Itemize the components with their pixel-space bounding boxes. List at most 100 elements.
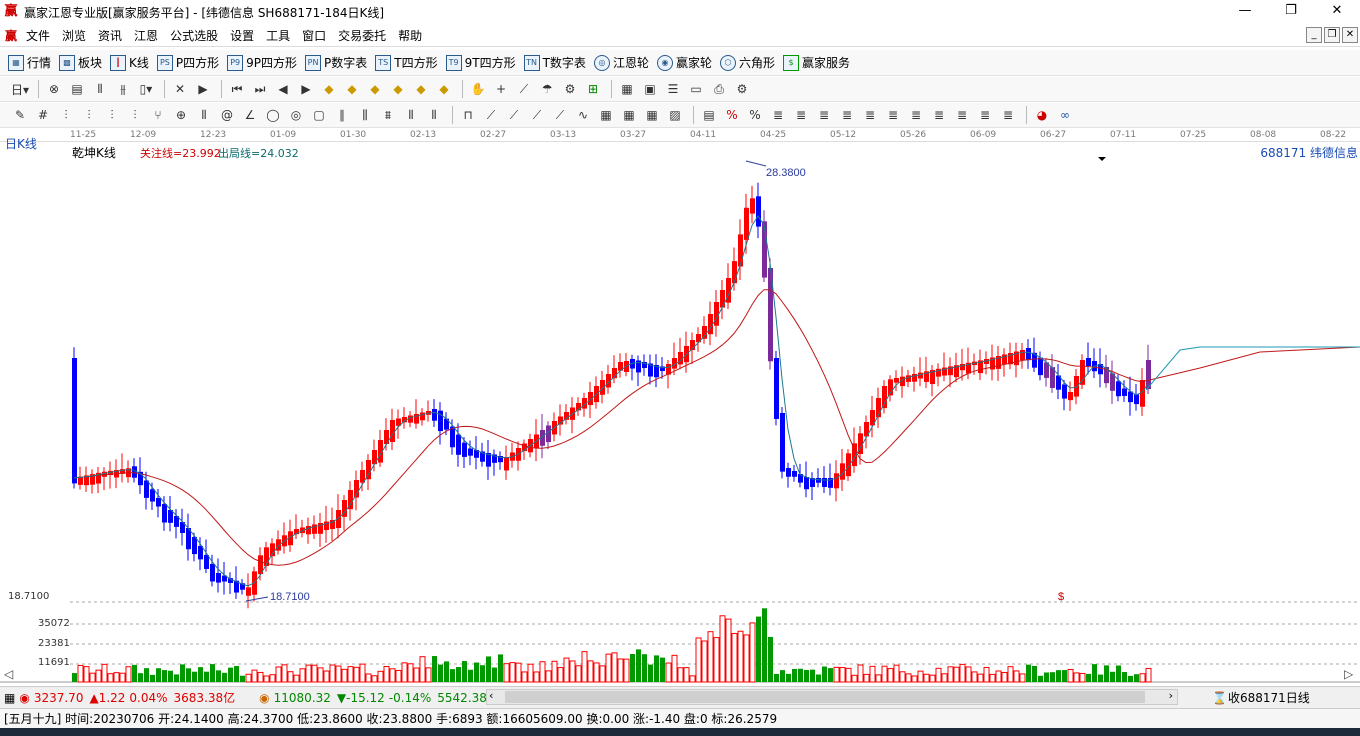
bars-count-icon[interactable]: ⦀: [194, 105, 214, 125]
candle-body[interactable]: [306, 526, 311, 535]
menu-info[interactable]: 资讯: [92, 25, 128, 47]
levels7-icon[interactable]: ≣: [906, 105, 926, 125]
toolbar-sectors[interactable]: ▩ 板块: [59, 54, 102, 71]
ruler-icon[interactable]: ▤: [699, 105, 719, 125]
candle-body[interactable]: [1068, 392, 1073, 401]
ray-icon[interactable]: ⟋: [481, 105, 501, 125]
arrow-icon[interactable]: ▶: [193, 79, 213, 99]
line-draw-icon[interactable]: ⟋: [514, 79, 534, 99]
fan4-icon[interactable]: ⫶: [125, 105, 145, 125]
minimize-button[interactable]: —: [1222, 0, 1268, 24]
candle-body[interactable]: [882, 386, 887, 409]
toolbar-winner-wheel[interactable]: ◉ 赢家轮: [656, 54, 712, 71]
kline-chart[interactable]: 28.3800 18.7100 $ ◁ ▷: [0, 142, 1360, 687]
menu-settings[interactable]: 设置: [224, 25, 260, 47]
candle-body[interactable]: [1062, 384, 1067, 399]
candle-body[interactable]: [216, 573, 221, 583]
toolbar-t-square[interactable]: TS T四方形: [375, 54, 438, 71]
candle-body[interactable]: [792, 471, 797, 477]
candle-body[interactable]: [390, 420, 395, 442]
list-icon[interactable]: ☰: [663, 79, 683, 99]
hand-icon[interactable]: ✋: [468, 79, 488, 99]
rect-icon[interactable]: ⊓: [458, 105, 478, 125]
levels3-icon[interactable]: ≣: [814, 105, 834, 125]
last-icon[interactable]: ⏭: [250, 79, 270, 99]
percent-icon[interactable]: %: [722, 105, 742, 125]
candle-body[interactable]: [420, 412, 425, 421]
close-button[interactable]: ✕: [1314, 0, 1360, 24]
table2-icon[interactable]: ▦: [619, 105, 639, 125]
toolbar-p-table[interactable]: PN P数字表: [305, 54, 367, 71]
horizontal-scrollbar[interactable]: ‹ ›: [486, 689, 1178, 705]
percent2-icon[interactable]: %: [745, 105, 765, 125]
mdi-minimize-button[interactable]: _: [1306, 27, 1322, 43]
restore-button[interactable]: ❐: [1268, 0, 1314, 24]
menu-formula[interactable]: 公式选股: [164, 25, 224, 47]
toolbar-t-table[interactable]: TN T数字表: [523, 54, 586, 71]
zoom-icon[interactable]: ⊗: [44, 79, 64, 99]
pattern-icon[interactable]: ⚙: [560, 79, 580, 99]
candle-body[interactable]: [150, 489, 155, 502]
candle-body[interactable]: [756, 196, 761, 227]
candle-body[interactable]: [744, 207, 749, 240]
diamond4-icon[interactable]: ◆: [388, 79, 408, 99]
candle-body[interactable]: [1038, 357, 1043, 376]
save-icon[interactable]: ▭: [686, 79, 706, 99]
toolbar-quotes[interactable]: ▦ 行情: [8, 54, 51, 71]
next-icon[interactable]: ▶: [296, 79, 316, 99]
calc-icon[interactable]: ▦: [4, 691, 15, 705]
menu-tools[interactable]: 工具: [260, 25, 296, 47]
fork-icon[interactable]: ⑂: [148, 105, 168, 125]
candle-body[interactable]: [450, 426, 455, 448]
scroll-right-icon[interactable]: ▷: [1344, 667, 1354, 681]
mdi-close-button[interactable]: ✕: [1342, 27, 1358, 43]
menu-gann[interactable]: 江恩: [128, 25, 164, 47]
candle-body[interactable]: [246, 587, 251, 596]
candle-body[interactable]: [1086, 358, 1091, 366]
menu-trade[interactable]: 交易委托: [332, 25, 392, 47]
wave-icon[interactable]: ∿: [573, 105, 593, 125]
levels11-icon[interactable]: ≣: [998, 105, 1018, 125]
diamond5-icon[interactable]: ◆: [411, 79, 431, 99]
fan2-icon[interactable]: ⫶: [79, 105, 99, 125]
circle-grid-icon[interactable]: ⊕: [171, 105, 191, 125]
gann-icon[interactable]: ⊞: [583, 79, 603, 99]
candle-body[interactable]: [1122, 388, 1127, 396]
diamond3-icon[interactable]: ◆: [365, 79, 385, 99]
channel-icon[interactable]: ∥: [332, 105, 352, 125]
hatch-icon[interactable]: ▨: [665, 105, 685, 125]
candle-body[interactable]: [1026, 348, 1031, 361]
target-icon[interactable]: ◎: [286, 105, 306, 125]
stairs-icon[interactable]: ⩩: [378, 105, 398, 125]
calendar-icon[interactable]: ▦: [617, 79, 637, 99]
candle-body[interactable]: [72, 358, 77, 484]
spiral-icon[interactable]: @: [217, 105, 237, 125]
grid-lines-icon[interactable]: #: [33, 105, 53, 125]
dropdown-marker-icon[interactable]: [1098, 157, 1106, 161]
candle-body[interactable]: [774, 358, 779, 419]
candle-body[interactable]: [822, 478, 827, 488]
toolbar-9p-square[interactable]: P9 9P四方形: [227, 54, 297, 71]
candle-body[interactable]: [204, 555, 209, 569]
candle-body[interactable]: [468, 448, 473, 456]
ray4-icon[interactable]: ⟋: [550, 105, 570, 125]
toolbar-service[interactable]: $ 赢家服务: [782, 54, 850, 71]
bars7-icon[interactable]: ⫴: [424, 105, 444, 125]
candle-body[interactable]: [1080, 360, 1085, 385]
candle-body[interactable]: [720, 290, 725, 308]
candle-body[interactable]: [432, 409, 437, 421]
toolbar-p-square[interactable]: PS P四方形: [156, 54, 219, 71]
candle-body[interactable]: [780, 413, 785, 472]
levels9-icon[interactable]: ≣: [952, 105, 972, 125]
scroll-thumb[interactable]: [505, 691, 1145, 703]
menu-window[interactable]: 窗口: [296, 25, 332, 47]
first-icon[interactable]: ⏮: [227, 79, 247, 99]
crosshair-icon[interactable]: +: [491, 79, 511, 99]
candle-body[interactable]: [702, 326, 707, 339]
ray3-icon[interactable]: ⟋: [527, 105, 547, 125]
scroll-right-arrow-icon[interactable]: ›: [1169, 689, 1173, 702]
scroll-left-icon[interactable]: ◁: [4, 667, 14, 681]
candle-select-icon[interactable]: ▯▾: [136, 79, 156, 99]
shape-icon[interactable]: ☂: [537, 79, 557, 99]
levels4-icon[interactable]: ≣: [837, 105, 857, 125]
